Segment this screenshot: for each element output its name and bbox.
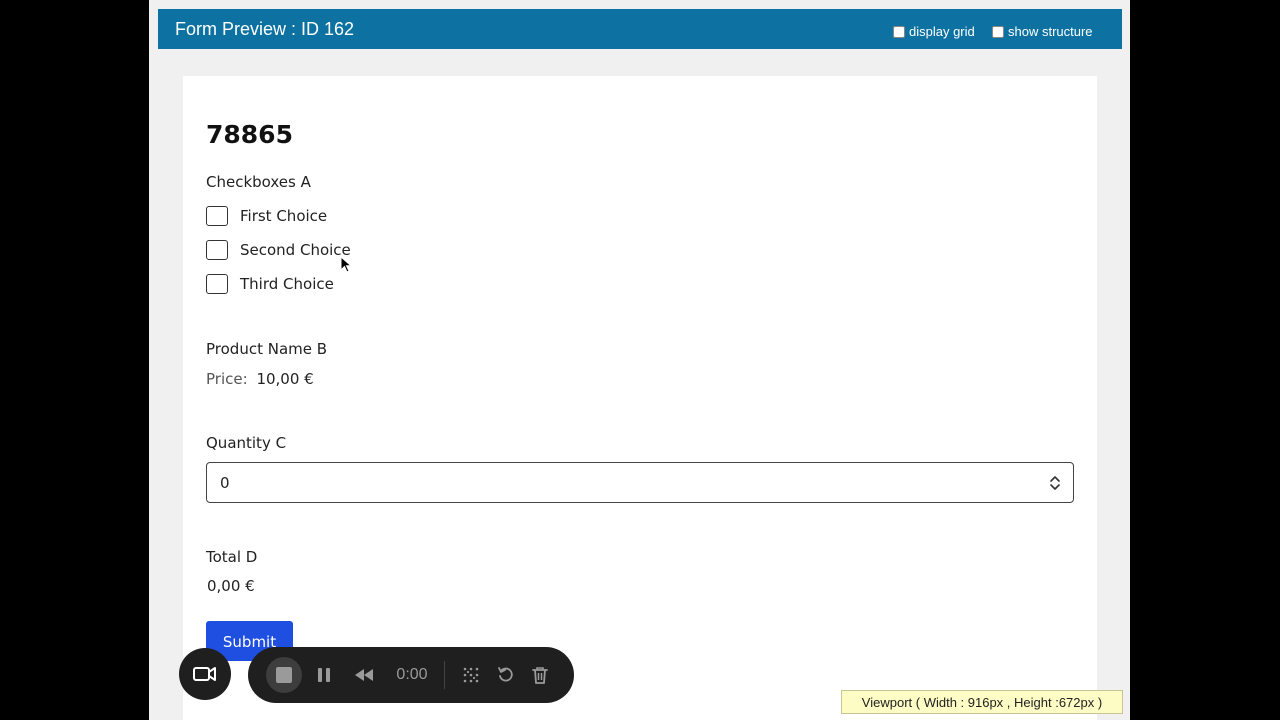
choice-label: Second Choice — [240, 241, 351, 259]
price-label: Price: — [206, 370, 248, 388]
choice-first[interactable]: First Choice — [206, 206, 327, 226]
pause-button[interactable] — [314, 647, 334, 703]
recording-toolbar: 0:00 — [248, 647, 574, 703]
camera-button[interactable] — [179, 648, 231, 700]
restart-button[interactable] — [495, 647, 517, 703]
toolbar-divider — [444, 661, 445, 689]
page: Form Preview : ID 162 display grid show … — [149, 0, 1130, 720]
form-title: 78865 — [206, 120, 293, 149]
stop-icon — [276, 667, 292, 683]
checkbox[interactable] — [206, 274, 228, 294]
restart-icon — [498, 667, 513, 682]
form-card: 78865 Checkboxes A First Choice Second C… — [183, 76, 1097, 720]
show-structure-checkbox[interactable] — [992, 25, 1004, 38]
preview-header: Form Preview : ID 162 display grid show … — [158, 9, 1122, 49]
display-grid-checkbox[interactable] — [893, 25, 905, 38]
checkbox[interactable] — [206, 240, 228, 260]
choice-label: First Choice — [240, 207, 328, 225]
stop-button[interactable] — [266, 647, 302, 703]
recording-time: 0:00 — [396, 666, 428, 683]
dots-grid-icon — [463, 667, 479, 683]
pause-icon — [318, 668, 330, 682]
show-structure-label: show structure — [1008, 24, 1093, 39]
total-value: 0,00 € — [207, 577, 255, 595]
choice-third[interactable]: Third Choice — [206, 274, 334, 294]
quantity-label: Quantity C — [206, 434, 287, 452]
delete-button[interactable] — [529, 647, 551, 703]
choice-second[interactable]: Second Choice — [206, 240, 351, 260]
video-camera-icon — [193, 667, 216, 681]
display-grid-toggle[interactable]: display grid — [893, 24, 975, 39]
grid-button[interactable] — [460, 647, 482, 703]
checkbox[interactable] — [206, 206, 228, 226]
product-label: Product Name B — [206, 340, 328, 358]
choice-label: Third Choice — [240, 275, 334, 293]
quantity-value: 0 — [220, 474, 230, 492]
quantity-input[interactable]: 0 — [206, 462, 1074, 503]
viewport-badge: Viewport ( Width : 916px , Height :672px… — [841, 690, 1123, 714]
rewind-icon — [355, 669, 373, 681]
preview-title: Form Preview : ID 162 — [175, 19, 355, 39]
display-grid-label: display grid — [909, 24, 975, 39]
trash-icon — [532, 667, 548, 684]
rewind-button[interactable] — [352, 647, 376, 703]
checkboxes-label: Checkboxes A — [206, 173, 311, 191]
price-row: Price: 10,00 € — [206, 370, 314, 388]
spinner-arrows-icon[interactable] — [1049, 473, 1061, 493]
total-label: Total D — [206, 548, 258, 566]
mouse-cursor-icon — [340, 256, 352, 273]
price-value: 10,00 € — [256, 370, 314, 388]
show-structure-toggle[interactable]: show structure — [992, 24, 1093, 39]
